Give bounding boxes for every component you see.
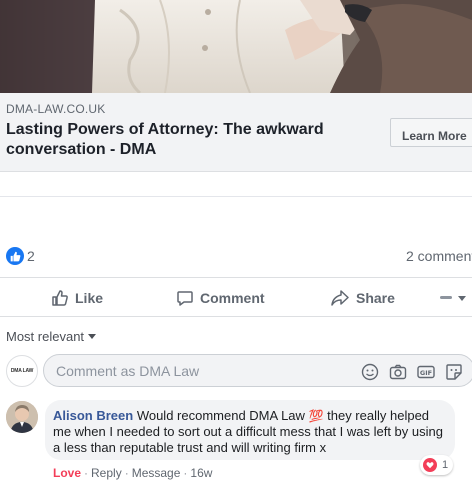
like-button-label: Like: [75, 290, 104, 306]
emoji-icon[interactable]: [361, 363, 379, 381]
link-preview[interactable]: DMA-LAW.CO.UK Lasting Powers of Attorney…: [0, 93, 472, 172]
sticker-icon[interactable]: [445, 363, 463, 381]
comment-timestamp[interactable]: 16w: [190, 466, 212, 480]
reaction-summary: 2 2 comments: [0, 236, 472, 276]
svg-text:GIF: GIF: [420, 369, 432, 377]
comment-button-label: Comment: [200, 290, 265, 306]
separator-dot: ·: [124, 466, 129, 480]
comment-composer: DMA LAW GIF: [0, 353, 472, 389]
audience-selector[interactable]: [440, 278, 472, 318]
heart-icon: [423, 458, 437, 472]
comment-sort-dropdown[interactable]: Most relevant: [6, 329, 97, 344]
gif-icon[interactable]: GIF: [417, 363, 435, 381]
post-action-bar: Like Comment Share: [0, 277, 472, 317]
page-avatar-text: DMA LAW: [10, 368, 34, 374]
hero-photo: [0, 0, 472, 93]
comment-reaction-count: 1: [442, 459, 449, 471]
comment-icon: [177, 291, 193, 306]
separator-dot: ·: [183, 466, 188, 480]
thumbs-up-icon: [52, 290, 68, 306]
share-icon: [331, 290, 349, 306]
comment-text-start: Would recommend DMA Law: [136, 408, 305, 423]
page-avatar: DMA LAW: [6, 355, 38, 387]
comment-count[interactable]: 2 comments: [406, 248, 472, 264]
link-domain: DMA-LAW.CO.UK: [6, 102, 106, 116]
share-button-label: Share: [356, 290, 395, 306]
learn-more-button[interactable]: Learn More: [390, 118, 472, 147]
caret-down-icon: [88, 334, 97, 339]
comment-meta: Love · Reply · Message · 16w: [53, 466, 212, 480]
reply-link[interactable]: Reply: [91, 466, 122, 480]
like-count[interactable]: 2: [27, 248, 35, 264]
share-button[interactable]: Share: [330, 278, 395, 318]
commenter-avatar[interactable]: [6, 401, 38, 433]
divider: [0, 196, 472, 197]
comment-reaction-badge[interactable]: 1: [420, 455, 454, 475]
commenter-photo: [6, 401, 38, 433]
comment-bubble: Alison Breen Would recommend DMA Law 💯 t…: [45, 400, 455, 460]
comment-input[interactable]: [56, 362, 346, 380]
comment-button[interactable]: Comment: [176, 278, 265, 318]
comment-author[interactable]: Alison Breen: [53, 408, 133, 423]
comment-item: Alison Breen Would recommend DMA Law 💯 t…: [0, 398, 472, 482]
hundred-points-emoji: 💯: [308, 409, 324, 423]
link-headline[interactable]: Lasting Powers of Attorney: The awkward …: [6, 120, 376, 160]
comment-input-wrapper: GIF: [43, 354, 472, 387]
love-link[interactable]: Love: [53, 466, 81, 480]
hero-image[interactable]: [0, 0, 472, 93]
chevron-down-icon: [440, 296, 466, 301]
like-reaction-icon[interactable]: [6, 247, 24, 265]
like-button[interactable]: Like: [51, 278, 103, 318]
comment-sort-label: Most relevant: [6, 329, 85, 344]
camera-icon[interactable]: [389, 363, 407, 381]
message-link[interactable]: Message: [132, 466, 181, 480]
separator-dot: ·: [84, 466, 89, 480]
